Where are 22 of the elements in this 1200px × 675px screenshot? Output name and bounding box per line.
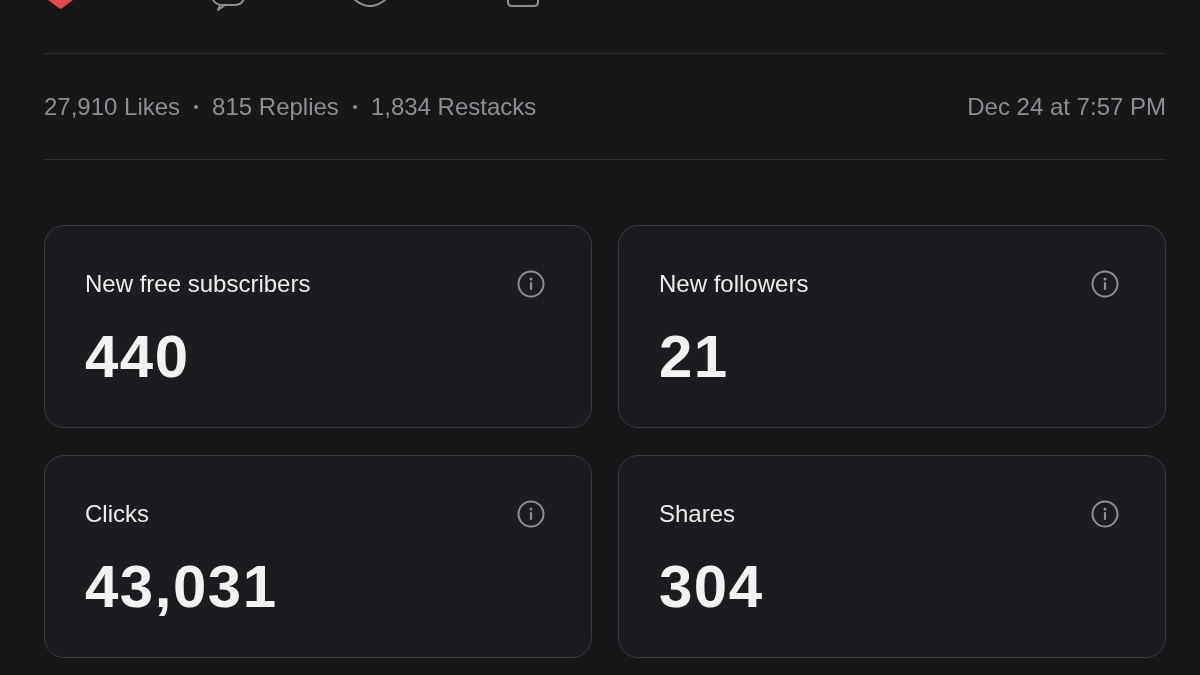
metric-label: New followers bbox=[659, 270, 809, 298]
metric-label: New free subscribers bbox=[85, 270, 311, 298]
separator-dot-icon bbox=[352, 104, 357, 109]
metric-value: 43,031 bbox=[85, 557, 278, 617]
engagement-count: 1,834 Restacks bbox=[370, 92, 537, 121]
heart-icon[interactable] bbox=[48, 0, 73, 9]
engagement-count: 27,910 Likes bbox=[44, 92, 181, 121]
separator-dot-icon bbox=[194, 104, 199, 109]
metric-label: Clicks bbox=[85, 500, 149, 528]
metric-value: 440 bbox=[85, 327, 190, 387]
info-icon[interactable] bbox=[517, 500, 545, 528]
info-icon[interactable] bbox=[1091, 500, 1119, 528]
share-icon[interactable] bbox=[507, 0, 539, 7]
repost-icon[interactable] bbox=[354, 0, 386, 7]
comment-icon[interactable] bbox=[211, 0, 245, 11]
engagement-count: 815 Replies bbox=[212, 92, 339, 121]
metric-label: Shares bbox=[659, 500, 736, 528]
info-icon[interactable] bbox=[517, 270, 545, 298]
timestamp: Dec 24 at 7:57 PM bbox=[967, 92, 1166, 121]
metric-value: 304 bbox=[659, 557, 764, 617]
info-icon[interactable] bbox=[1091, 270, 1119, 298]
metric-value: 21 bbox=[659, 327, 729, 387]
